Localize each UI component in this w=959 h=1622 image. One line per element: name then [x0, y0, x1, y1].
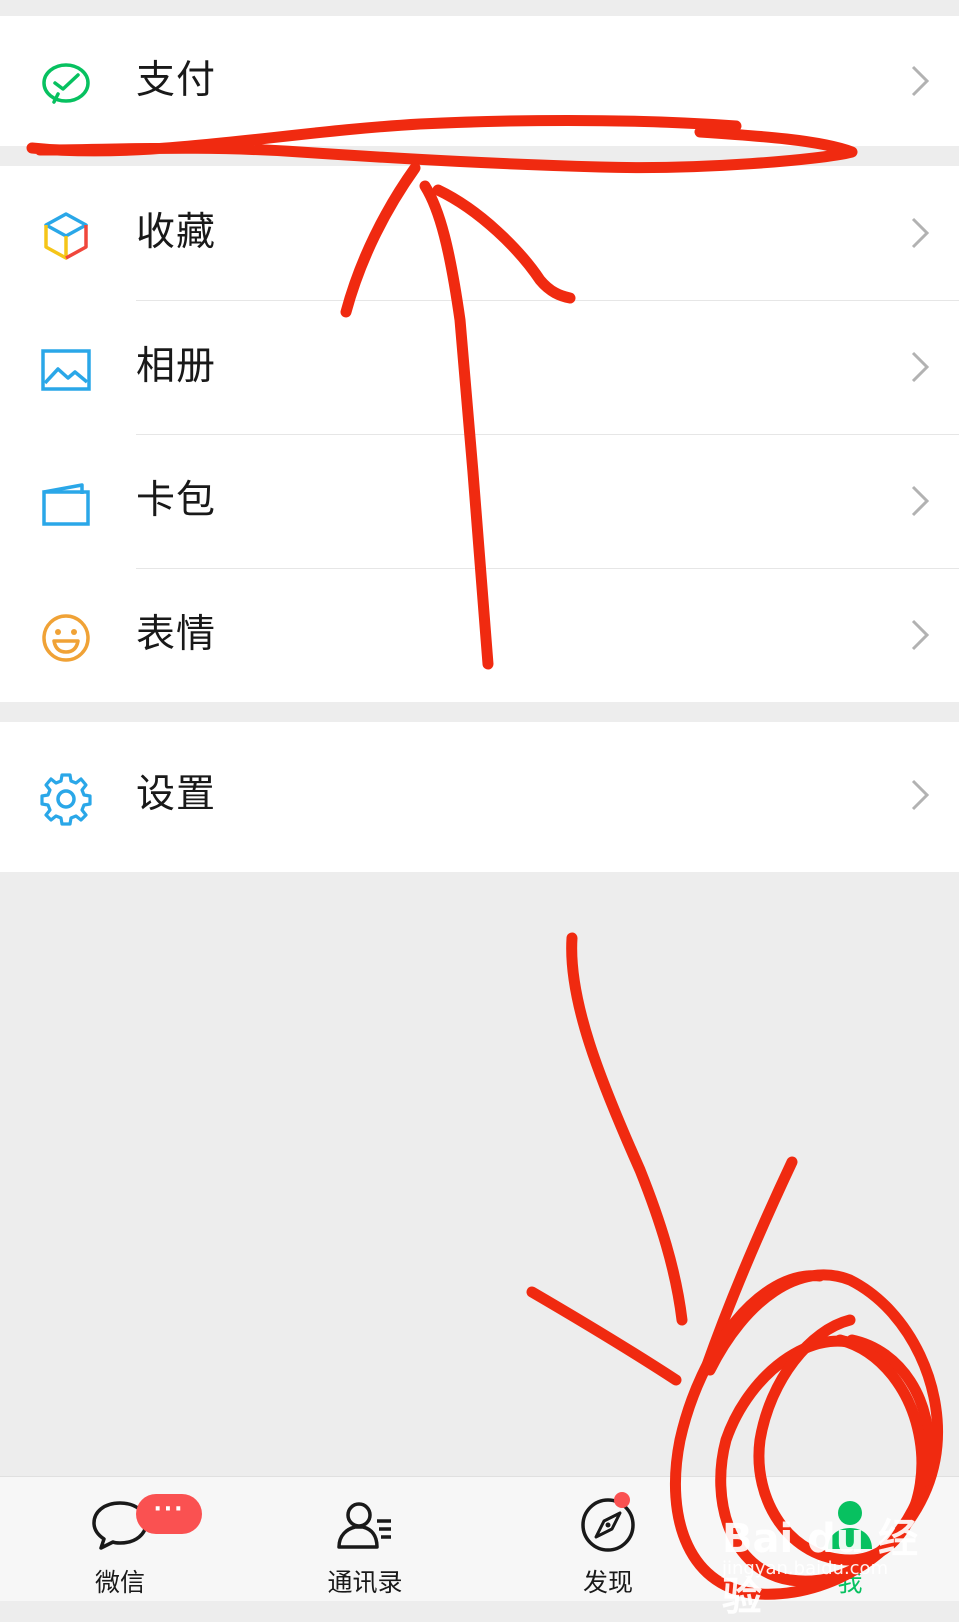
chevron-right-icon: [911, 779, 930, 811]
menu-item-label: 表情: [136, 612, 217, 657]
menu-item-album[interactable]: 相册: [0, 300, 959, 434]
new-dot-badge: [614, 1492, 630, 1508]
menu-item-cards[interactable]: 卡包: [0, 434, 959, 568]
tab-discover[interactable]: 发现: [518, 1477, 698, 1601]
gear-icon: [38, 770, 94, 826]
album-picture-icon: [38, 342, 94, 398]
tab-label: 发现: [582, 1568, 633, 1597]
chevron-right-icon: [911, 619, 930, 651]
tab-label: 微信: [94, 1568, 145, 1597]
tab-label: 通讯录: [327, 1568, 403, 1597]
menu-item-label: 支付: [136, 58, 217, 103]
sticker-smile-icon: [38, 610, 94, 666]
annotation-down-arrow-left-head: [526, 1286, 682, 1386]
pay-section: 支付: [0, 16, 959, 146]
menu-item-label: 收藏: [136, 210, 217, 255]
card-wallet-icon: [38, 476, 94, 532]
annotation-down-arrow-right-head: [700, 1156, 798, 1374]
favorites-cube-icon: [38, 208, 94, 264]
compass-icon: [576, 1493, 640, 1557]
unread-badge: ···: [136, 1494, 202, 1534]
services-section: 收藏 相册 卡包 表情: [0, 166, 959, 702]
chevron-right-icon: [911, 65, 930, 97]
chevron-right-icon: [911, 217, 930, 249]
chevron-right-icon: [911, 351, 930, 383]
baidu-jingyan-watermark: Bai du 经验 jingyan.baidu.com: [722, 1506, 922, 1620]
chevron-right-icon: [911, 485, 930, 517]
watermark-url: jingyan.baidu.com: [722, 1558, 889, 1579]
menu-item-stickers[interactable]: 表情: [0, 568, 959, 702]
menu-item-label: 设置: [136, 772, 217, 817]
menu-item-settings[interactable]: 设置: [0, 728, 959, 862]
tab-contacts[interactable]: 通讯录: [275, 1477, 455, 1601]
menu-item-pay[interactable]: 支付: [0, 14, 959, 148]
annotation-down-arrow: [566, 932, 688, 1326]
menu-item-label: 卡包: [136, 478, 217, 523]
contacts-icon: [333, 1493, 397, 1557]
wechat-pay-icon: [38, 56, 94, 112]
menu-item-favorites[interactable]: 收藏: [0, 166, 959, 300]
settings-section: 设置: [0, 722, 959, 872]
menu-item-label: 相册: [136, 344, 217, 389]
